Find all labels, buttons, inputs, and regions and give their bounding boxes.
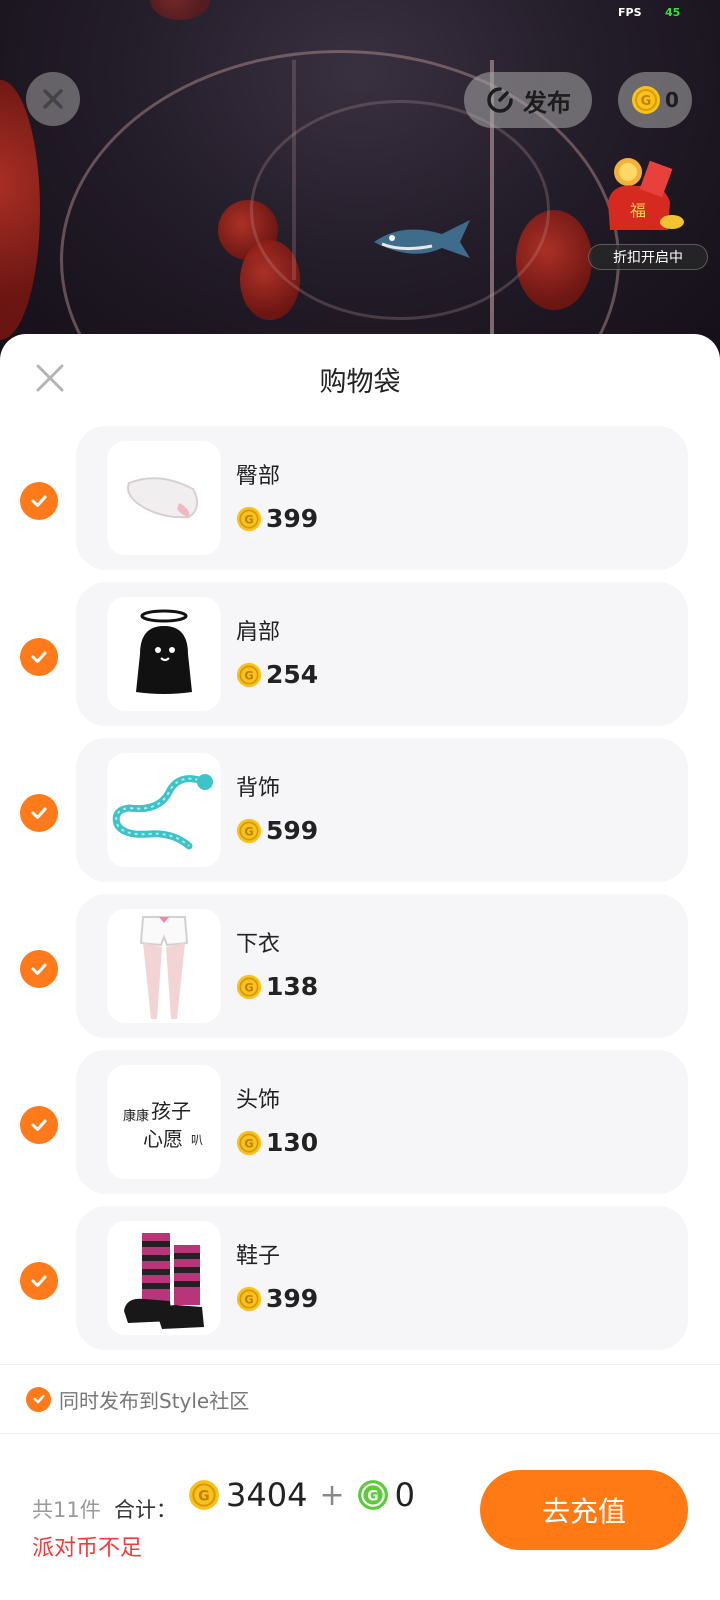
- svg-text:G: G: [244, 981, 253, 994]
- sheet-title: 购物袋: [319, 367, 401, 398]
- discount-badge[interactable]: 折扣开启中: [588, 244, 708, 270]
- fps-value: 45: [665, 6, 681, 19]
- plus-sign: +: [319, 1477, 345, 1513]
- item-price-value: 599: [266, 816, 319, 845]
- item-price-value: 254: [266, 660, 319, 689]
- check-icon: [31, 807, 47, 819]
- close-scene-button[interactable]: [26, 72, 80, 126]
- item-price: G 254: [236, 660, 318, 689]
- item-thumbnail: 康康 孩子 心愿 叭: [107, 1065, 221, 1179]
- item-price: G 130: [236, 1128, 318, 1157]
- cart-item[interactable]: 臀部 G 399: [76, 426, 688, 570]
- svg-text:G: G: [244, 825, 253, 838]
- item-price: G 399: [236, 1284, 318, 1313]
- item-price-value: 138: [266, 972, 319, 1001]
- item-checkbox[interactable]: [20, 638, 58, 676]
- check-icon: [31, 1119, 47, 1131]
- sticker-text-4: 叭: [191, 1133, 203, 1147]
- check-icon: [31, 651, 47, 663]
- striped-boots-icon: [124, 1233, 204, 1329]
- gold-coin-icon: G: [236, 818, 262, 843]
- item-name: 肩部: [236, 620, 281, 645]
- publish-label: 发布: [523, 88, 571, 117]
- gold-coin-icon: G: [236, 1130, 262, 1155]
- cart-item[interactable]: 鞋子 G 399: [76, 1206, 688, 1350]
- item-thumbnail: [107, 753, 221, 867]
- publish-refresh-icon: [487, 87, 513, 113]
- svg-text:G: G: [244, 669, 253, 682]
- item-count: 共11件: [32, 1498, 101, 1522]
- gold-coin-icon: G: [236, 974, 262, 999]
- sticker-text-2: 孩子: [151, 1099, 191, 1123]
- item-name: 臀部: [236, 464, 281, 489]
- gold-coin-icon: G: [236, 1286, 262, 1311]
- gold-coin-icon: G: [189, 1480, 219, 1510]
- item-checkbox[interactable]: [20, 1262, 58, 1300]
- sticker-text-1: 康康: [123, 1108, 149, 1124]
- gold-coin-icon: G: [236, 506, 262, 531]
- text-sticker-icon: 康康 孩子 心愿 叭: [123, 1099, 203, 1151]
- svg-text:福: 福: [630, 201, 646, 220]
- publish-to-community-option[interactable]: 同时发布到Style社区: [0, 1364, 720, 1434]
- svg-text:G: G: [198, 1488, 209, 1504]
- publish-button[interactable]: 发布: [464, 72, 592, 128]
- item-checkbox[interactable]: [20, 482, 58, 520]
- coin-balance-button[interactable]: G 0: [618, 72, 692, 128]
- svg-text:G: G: [641, 94, 652, 109]
- green-total-value: 0: [394, 1476, 415, 1514]
- svg-text:G: G: [244, 1293, 253, 1306]
- close-icon: [43, 89, 63, 109]
- item-checkbox[interactable]: [20, 1106, 58, 1144]
- item-price-value: 399: [266, 1284, 319, 1313]
- ghost-halo-icon: [136, 609, 192, 694]
- ice-dragon-icon: [112, 774, 213, 850]
- item-thumbnail: [107, 1221, 221, 1335]
- item-checkbox[interactable]: [20, 794, 58, 832]
- cart-item[interactable]: 康康 孩子 心愿 叭 头饰 G 130: [76, 1050, 688, 1194]
- item-price-value: 399: [266, 504, 319, 533]
- gold-total-value: 3404: [226, 1476, 308, 1514]
- item-checkbox[interactable]: [20, 950, 58, 988]
- shark-decoration-icon: [374, 220, 470, 258]
- gold-coin-icon: G: [236, 662, 262, 687]
- item-name: 鞋子: [236, 1244, 281, 1269]
- insufficient-coins-warning: 派对币不足: [32, 1536, 143, 1561]
- gold-coin-icon: G: [632, 86, 661, 114]
- checkout-footer: 共11件 合计： G 3404 + G 0 派对币不足 去充值: [0, 1434, 720, 1600]
- cart-item[interactable]: 背饰 G 599: [76, 738, 688, 882]
- item-price: G 138: [236, 972, 318, 1001]
- item-name: 背饰: [236, 776, 281, 801]
- recharge-button[interactable]: 去充值: [480, 1470, 688, 1550]
- fps-label: FPS: [618, 6, 642, 19]
- check-icon: [31, 495, 47, 507]
- svg-text:G: G: [367, 1488, 378, 1504]
- svg-text:G: G: [244, 513, 253, 526]
- fluffy-tail-icon: [127, 477, 199, 519]
- green-coin-icon: G: [357, 1480, 388, 1510]
- item-price-value: 130: [266, 1128, 319, 1157]
- check-icon: [31, 1275, 47, 1287]
- item-name: 头饰: [236, 1088, 281, 1113]
- item-name: 下衣: [236, 932, 281, 957]
- publish-checkbox[interactable]: [26, 1386, 51, 1412]
- item-price: G 399: [236, 504, 318, 533]
- total-amount: G 3404 + G 0: [188, 1476, 415, 1514]
- item-price: G 599: [236, 816, 318, 845]
- check-icon: [33, 1394, 44, 1404]
- check-icon: [31, 963, 47, 975]
- cart-item[interactable]: 肩部 G 254: [76, 582, 688, 726]
- cart-item[interactable]: 下衣 G 138: [76, 894, 688, 1038]
- sticker-text-3: 心愿: [143, 1127, 183, 1151]
- lucky-bag-icon[interactable]: 福: [598, 152, 688, 236]
- item-thumbnail: [107, 597, 221, 711]
- item-thumbnail: [107, 441, 221, 555]
- coin-balance-value: 0: [665, 88, 679, 112]
- item-thumbnail: [107, 909, 221, 1023]
- svg-text:G: G: [244, 1137, 253, 1150]
- shopping-bag-sheet: 购物袋 臀部 G 399 肩部 G 254 背饰 G 599 下衣 G 138 …: [0, 334, 720, 1600]
- white-shorts-icon: [139, 916, 189, 1019]
- publish-option-label: 同时发布到Style社区: [59, 1388, 250, 1413]
- total-label: 合计：: [114, 1498, 177, 1522]
